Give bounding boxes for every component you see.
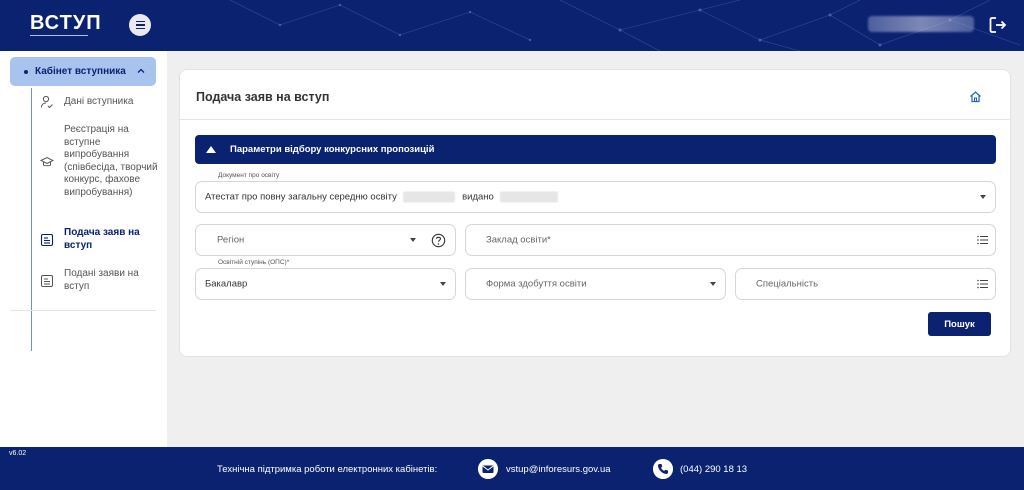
degree-field-label: Освітній ступінь (ОПС)* <box>216 259 292 266</box>
footer: Технічна підтримка роботи електронних ка… <box>0 447 1024 490</box>
user-name-blurred <box>868 16 974 32</box>
region-placeholder: Регіон <box>217 234 245 246</box>
sidebar-item-cabinet[interactable]: Кабінет вступника <box>10 57 156 86</box>
application-card: Подача заяв на вступ Параметри відбору к… <box>179 69 1011 357</box>
sidebar-item-label: Реєстрація на вступне випробування (спів… <box>64 124 158 198</box>
document-icon <box>41 274 53 287</box>
list-icon[interactable] <box>977 235 988 245</box>
phone-icon <box>653 459 673 479</box>
envelope-icon <box>478 459 498 479</box>
document-field-label: Документ про освіту <box>216 172 282 179</box>
study-form-select[interactable]: Форма здобуття освіти <box>465 268 726 300</box>
institution-field[interactable]: Заклад освіти* <box>465 224 996 256</box>
home-icon[interactable] <box>969 90 982 103</box>
sidebar-item-label: Дані вступника <box>64 95 134 107</box>
sidebar-item-label: Подані заяви на вступ <box>64 268 139 292</box>
specialty-field[interactable]: Спеціальність <box>735 268 996 300</box>
page-title: Подача заяв на вступ <box>196 90 330 104</box>
chevron-down-icon <box>980 195 986 199</box>
logo-underline <box>30 35 88 36</box>
graduation-cap-icon <box>40 156 54 166</box>
chevron-down-icon <box>710 282 716 286</box>
logout-icon[interactable] <box>988 15 1008 35</box>
card-divider <box>180 119 1010 120</box>
search-button[interactable]: Пошук <box>928 312 991 336</box>
bullet-icon <box>24 69 28 74</box>
degree-select[interactable]: Бакалавр <box>195 268 456 300</box>
help-icon[interactable] <box>431 233 446 248</box>
support-email-link[interactable]: vstup@inforesurs.gov.ua <box>506 464 611 475</box>
sidebar-item-submitted-applications[interactable]: Подані заяви на вступ <box>40 268 159 293</box>
document-issued-word: видано <box>462 191 494 203</box>
document-issuer-blurred <box>500 191 559 203</box>
document-series-blurred <box>403 191 456 203</box>
chevron-down-icon <box>440 282 446 286</box>
sidebar-item-exam-registration[interactable]: Реєстрація на вступне випробування (спів… <box>40 124 159 199</box>
region-select[interactable]: Регіон <box>195 224 456 256</box>
logo[interactable]: ВСТУП <box>30 12 102 35</box>
degree-value: Бакалавр <box>205 278 248 290</box>
sidebar-cabinet-label: Кабінет вступника <box>35 66 126 77</box>
top-header: ВСТУП <box>0 0 1024 51</box>
document-value: Атестат про повну загальну середню освіт… <box>205 191 397 203</box>
support-label: Технічна підтримка роботи електронних ка… <box>217 464 438 475</box>
list-icon[interactable] <box>977 279 988 289</box>
menu-toggle-button[interactable] <box>129 14 151 36</box>
support-phone: (044) 290 18 13 <box>680 464 748 475</box>
version-label: v6.02 <box>9 450 27 457</box>
sidebar-item-submit-application[interactable]: Подача заяв на вступ <box>40 227 159 252</box>
study-form-placeholder: Форма здобуття освіти <box>486 278 587 290</box>
document-icon <box>40 233 54 246</box>
sidebar-divider <box>10 310 156 311</box>
sidebar-item-label: Подача заяв на вступ <box>64 227 140 251</box>
filter-params-accordion[interactable]: Параметри відбору конкурсних пропозицій <box>195 135 996 164</box>
triangle-up-icon <box>206 146 216 153</box>
user-check-icon <box>41 95 53 109</box>
chevron-down-icon <box>410 238 416 242</box>
submenu-line <box>31 88 32 351</box>
chevron-up-icon <box>137 68 145 73</box>
accordion-label: Параметри відбору конкурсних пропозицій <box>230 144 435 155</box>
hamburger-icon <box>135 20 145 23</box>
specialty-placeholder: Спеціальність <box>756 278 819 290</box>
education-document-select[interactable]: Атестат про повну загальну середню освіт… <box>195 181 996 213</box>
sidebar-item-applicant-data[interactable]: Дані вступника <box>40 95 159 109</box>
institution-placeholder: Заклад освіти* <box>486 234 551 246</box>
sidebar: Кабінет вступника Дані вступника Реєстра… <box>0 51 167 447</box>
